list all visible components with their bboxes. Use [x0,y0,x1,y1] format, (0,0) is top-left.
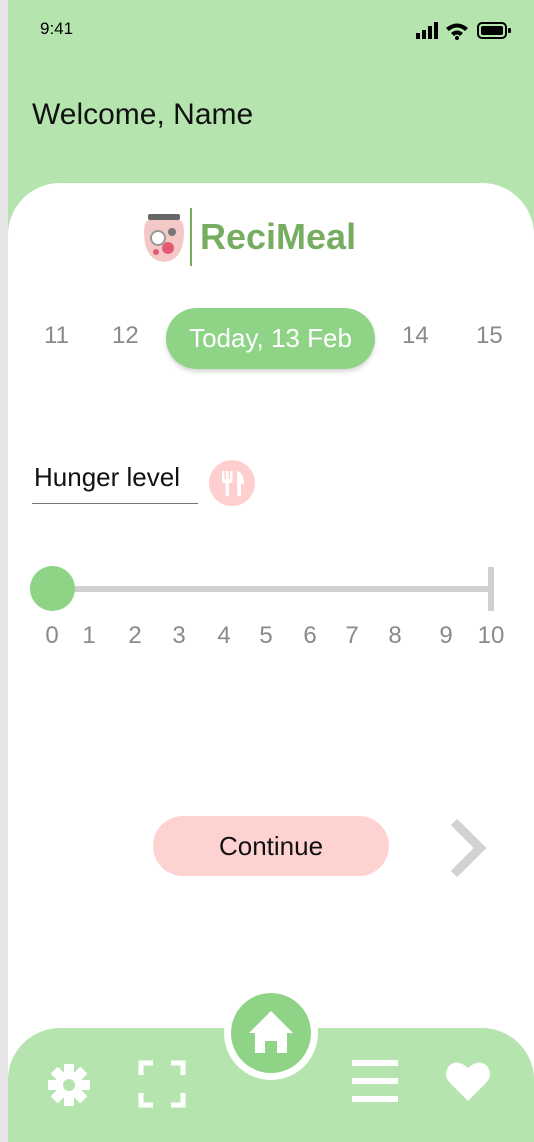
slider-tick-label: 0 [45,622,59,649]
logo-jar-icon [144,214,184,262]
date-item[interactable]: 12 [112,322,139,350]
slider-tick-label: 1 [82,622,96,649]
welcome-title: Welcome, Name [32,98,254,131]
status-time: 9:41 [40,19,74,38]
chevron-right-icon[interactable] [448,816,488,880]
slider-thumb[interactable] [30,566,75,611]
slider-tick-label: 2 [128,622,142,649]
continue-button[interactable]: Continue [153,816,389,876]
home-icon [249,1011,293,1053]
wifi-icon [446,23,468,40]
date-item[interactable]: 11 [44,322,69,350]
date-strip: 11 12 Today, 13 Feb 14 15 [8,308,534,370]
slider-tick-label: 10 [477,622,505,649]
slider-tick-label: 6 [303,622,317,649]
home-button-inner[interactable] [231,993,311,1073]
date-selected[interactable]: Today, 13 Feb [166,308,375,369]
slider-tick-label: 5 [259,622,273,649]
hunger-underline [32,503,198,504]
slider-track[interactable] [52,586,492,592]
signal-icon [416,22,438,39]
menu-icon[interactable] [352,1058,398,1104]
settings-icon[interactable] [46,1062,92,1108]
logo-divider [190,208,192,266]
slider-tick-label: 7 [345,622,359,649]
heart-icon[interactable] [445,1058,491,1104]
slider-tick-label: 3 [172,622,186,649]
status-bar: 9:41 [8,0,534,60]
home-button[interactable] [224,986,318,1080]
slider-end-marker [488,567,494,611]
date-item[interactable]: 14 [402,322,429,350]
hunger-level-label: Hunger level [34,462,180,492]
utensils-icon [209,460,255,506]
date-item[interactable]: 15 [476,322,503,350]
slider-tick-label: 9 [439,622,453,649]
hunger-slider[interactable] [8,565,534,615]
status-icons [416,22,511,40]
phone-screen: 9:41 Welcome, Name ReciMeal 11 12 Today,… [8,0,534,1142]
slider-tick-label: 8 [388,622,402,649]
brand-name: ReciMeal [200,216,357,257]
scan-icon[interactable] [138,1060,186,1108]
battery-icon [477,22,511,39]
slider-tick-label: 4 [217,622,231,649]
